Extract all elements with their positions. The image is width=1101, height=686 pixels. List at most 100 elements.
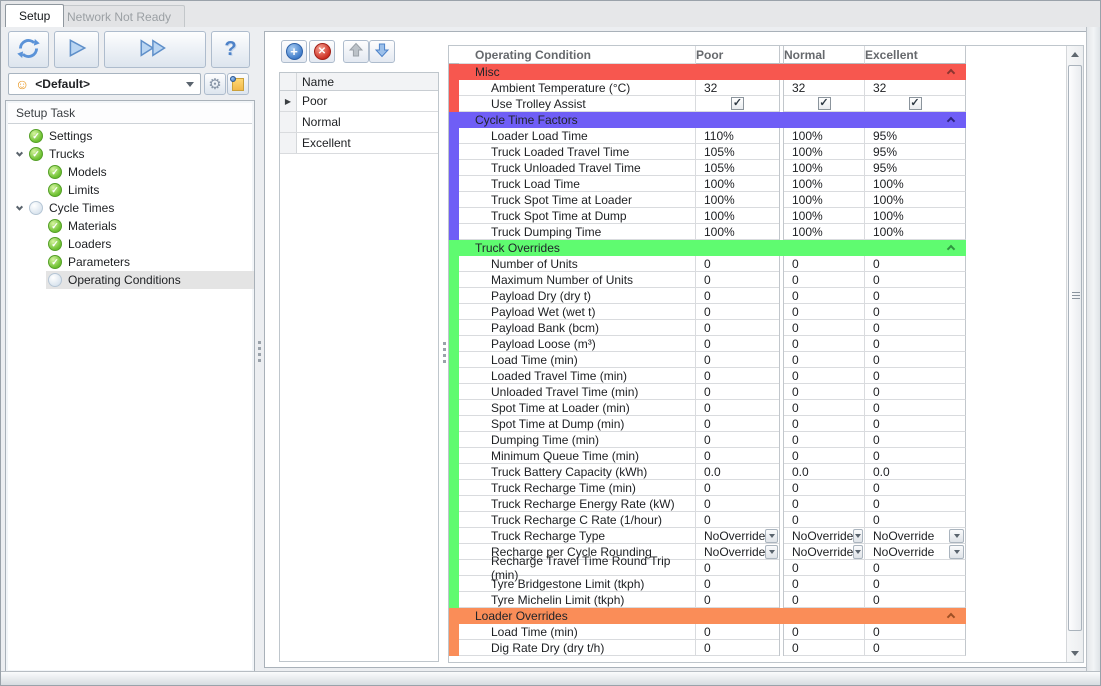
vertical-scrollbar[interactable] xyxy=(1066,46,1083,662)
cell-normal[interactable]: 0 xyxy=(784,640,865,656)
tab-setup[interactable]: Setup xyxy=(5,4,64,27)
cell-excellent[interactable]: 95% xyxy=(865,160,966,176)
cell-excellent[interactable]: 0 xyxy=(865,640,966,656)
condition-row-excellent[interactable]: Excellent xyxy=(280,133,438,154)
cell-normal[interactable]: 0 xyxy=(784,320,865,336)
cell-normal[interactable]: 0 xyxy=(784,592,865,608)
section-header-loader-overrides[interactable]: Loader Overrides xyxy=(449,608,966,624)
cell-normal[interactable]: 0 xyxy=(784,448,865,464)
cell-poor[interactable]: 0 xyxy=(696,576,779,592)
cell-excellent[interactable]: 0 xyxy=(865,496,966,512)
tree-item-trucks[interactable]: ✓Trucks xyxy=(6,145,254,163)
cell-excellent[interactable]: 100% xyxy=(865,176,966,192)
cell-excellent[interactable]: 0 xyxy=(865,576,966,592)
middle-splitter[interactable] xyxy=(442,342,446,363)
tree-item-parameters[interactable]: ✓Parameters xyxy=(6,253,254,271)
cell-poor[interactable]: 100% xyxy=(696,208,779,224)
cell-poor[interactable]: 0 xyxy=(696,480,779,496)
dropdown-button[interactable] xyxy=(949,529,964,543)
cell-excellent[interactable]: 0 xyxy=(865,304,966,320)
cell-normal[interactable]: 100% xyxy=(784,224,865,240)
cell-excellent[interactable]: 95% xyxy=(865,128,966,144)
column-header-normal[interactable]: Normal xyxy=(784,46,865,64)
move-down-button[interactable] xyxy=(369,40,395,63)
cell-normal[interactable]: 0 xyxy=(784,480,865,496)
collapse-chevron-icon[interactable] xyxy=(947,69,955,77)
cell-normal[interactable]: 100% xyxy=(784,144,865,160)
cell-poor[interactable]: 105% xyxy=(696,144,779,160)
dropdown-button[interactable] xyxy=(853,529,863,543)
cell-excellent[interactable]: 0 xyxy=(865,352,966,368)
expand-chevron-icon[interactable] xyxy=(12,206,27,211)
left-splitter[interactable] xyxy=(257,341,261,362)
move-up-button[interactable] xyxy=(343,40,369,63)
cell-poor[interactable]: 0 xyxy=(696,384,779,400)
cell-poor[interactable]: NoOverride xyxy=(696,528,779,544)
cell-normal[interactable]: 0 xyxy=(784,272,865,288)
cell-excellent[interactable]: 0 xyxy=(865,400,966,416)
cell-excellent[interactable]: 100% xyxy=(865,192,966,208)
cell-excellent[interactable]: 0 xyxy=(865,256,966,272)
tree-item-settings[interactable]: ✓Settings xyxy=(6,127,254,145)
condition-row-normal[interactable]: Normal xyxy=(280,112,438,133)
cell-excellent[interactable]: 0 xyxy=(865,288,966,304)
cell-normal[interactable]: 100% xyxy=(784,192,865,208)
conditions-grid-header-name[interactable]: Name xyxy=(297,73,438,90)
column-header-excellent[interactable]: Excellent xyxy=(865,46,966,64)
scroll-down-button[interactable] xyxy=(1067,645,1083,662)
dropdown-button[interactable] xyxy=(853,545,863,559)
cell-normal[interactable]: 32 xyxy=(784,80,865,96)
dropdown-button[interactable] xyxy=(765,529,778,543)
cell-poor[interactable]: 100% xyxy=(696,176,779,192)
cell-poor[interactable]: 0 xyxy=(696,352,779,368)
collapse-chevron-icon[interactable] xyxy=(947,613,955,621)
cell-poor[interactable]: 0 xyxy=(696,256,779,272)
cell-poor[interactable]: 0 xyxy=(696,640,779,656)
cell-normal[interactable]: 100% xyxy=(784,128,865,144)
cell-excellent[interactable]: 0 xyxy=(865,512,966,528)
cell-normal[interactable]: 0.0 xyxy=(784,464,865,480)
tab-network-not-ready[interactable]: Network Not Ready xyxy=(53,5,185,27)
cell-poor[interactable]: 0 xyxy=(696,336,779,352)
tree-item-loaders[interactable]: ✓Loaders xyxy=(6,235,254,253)
checkbox-excellent[interactable]: ✓ xyxy=(909,97,922,110)
scroll-up-button[interactable] xyxy=(1067,46,1083,63)
cell-poor[interactable]: 100% xyxy=(696,224,779,240)
profile-select[interactable]: ☺ <Default> xyxy=(8,73,201,95)
tree-item-limits[interactable]: ✓Limits xyxy=(6,181,254,199)
cell-poor[interactable]: 100% xyxy=(696,192,779,208)
cell-poor[interactable]: NoOverride xyxy=(696,544,779,560)
cell-excellent[interactable]: 0 xyxy=(865,272,966,288)
cell-poor[interactable]: 0 xyxy=(696,288,779,304)
cell-normal[interactable]: 0 xyxy=(784,304,865,320)
section-header-cycle-time-factors[interactable]: Cycle Time Factors xyxy=(449,112,966,128)
scrollbar-thumb[interactable] xyxy=(1068,65,1082,631)
tree-item-cycle-times[interactable]: Cycle Times xyxy=(6,199,254,217)
cell-poor[interactable]: 105% xyxy=(696,160,779,176)
cell-normal[interactable]: 0 xyxy=(784,624,865,640)
cell-poor[interactable]: 0 xyxy=(696,512,779,528)
cell-normal[interactable]: 0 xyxy=(784,576,865,592)
section-header-misc[interactable]: Misc xyxy=(449,64,966,80)
cell-poor[interactable]: 0 xyxy=(696,560,779,576)
delete-condition-button[interactable]: ✕ xyxy=(309,40,335,63)
cell-normal[interactable]: 0 xyxy=(784,496,865,512)
run-fast-button[interactable] xyxy=(104,31,206,68)
cell-poor[interactable]: 0 xyxy=(696,496,779,512)
cell-excellent[interactable]: 32 xyxy=(865,80,966,96)
cell-poor[interactable]: 0 xyxy=(696,448,779,464)
cell-normal[interactable]: 0 xyxy=(784,288,865,304)
tree-item-materials[interactable]: ✓Materials xyxy=(6,217,254,235)
dropdown-button[interactable] xyxy=(949,545,964,559)
column-header-poor[interactable]: Poor xyxy=(696,46,779,64)
cell-normal[interactable]: 0 xyxy=(784,368,865,384)
notes-button[interactable] xyxy=(227,73,249,95)
checkbox-normal[interactable]: ✓ xyxy=(818,97,831,110)
cell-normal[interactable]: 0 xyxy=(784,400,865,416)
section-header-truck-overrides[interactable]: Truck Overrides xyxy=(449,240,966,256)
cell-normal[interactable]: 0 xyxy=(784,432,865,448)
cell-poor[interactable]: 0 xyxy=(696,368,779,384)
cell-excellent[interactable]: 0.0 xyxy=(865,464,966,480)
cell-poor[interactable]: 0 xyxy=(696,272,779,288)
cell-poor[interactable]: 0 xyxy=(696,432,779,448)
